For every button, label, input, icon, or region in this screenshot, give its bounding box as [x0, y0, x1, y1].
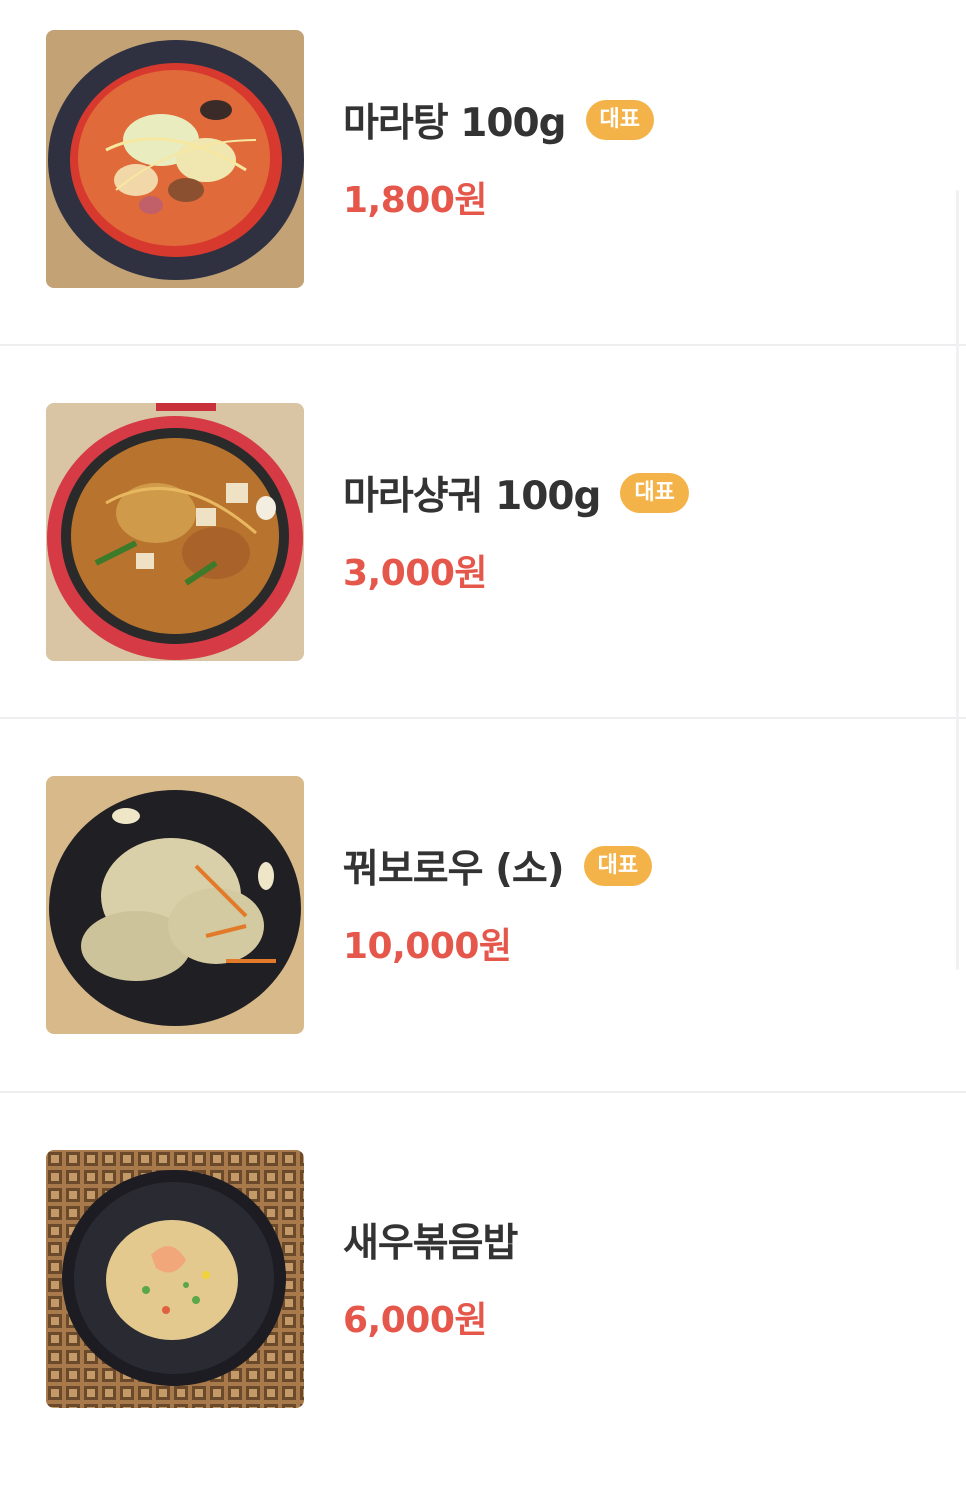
menu-item-price: 6,000원	[343, 1300, 488, 1341]
menu-item-malaxiangguo[interactable]: 마라샹궈 100g 대표 3,000원	[0, 373, 966, 745]
divider	[0, 344, 966, 346]
menu-item-info: 마라탕 100g 대표 1,800원	[343, 95, 655, 223]
name-row: 마라샹궈 100g 대표	[343, 468, 689, 519]
menu-item-price: 1,800원	[343, 180, 488, 221]
menu-item-name: 새우볶음밥	[343, 1221, 518, 1266]
name-row: 마라탕 100g 대표	[343, 95, 655, 146]
menu-item-info: 마라샹궈 100g 대표 3,000원	[343, 468, 689, 596]
menu-item-shrimp-fried-rice[interactable]: 새우볶음밥 6,000원	[0, 1120, 966, 1492]
malaxiangguo-photo	[46, 403, 304, 661]
guobaorou-photo	[46, 776, 304, 1034]
menu-item-price: 3,000원	[343, 553, 487, 594]
signature-badge: 대표	[620, 473, 689, 513]
menu-item-malatang[interactable]: 마라탕 100g 대표 1,800원	[0, 0, 966, 372]
divider	[0, 1091, 966, 1093]
malatang-photo	[46, 30, 304, 288]
name-row: 새우볶음밥	[343, 1215, 518, 1266]
menu-item-price: 10,000원	[343, 926, 512, 967]
signature-badge: 대표	[585, 100, 655, 140]
shrimp-fried-rice-photo	[46, 1150, 304, 1408]
scrollbar[interactable]	[956, 190, 959, 970]
menu-item-name: 마라샹궈 100g	[343, 474, 601, 519]
divider	[0, 717, 966, 719]
menu-item-name: 마라탕 100g	[343, 101, 567, 146]
menu-item-info: 꿔보로우 (소) 대표 10,000원	[343, 841, 653, 969]
menu-item-info: 새우볶음밥 6,000원	[343, 1215, 518, 1343]
menu-item-name: 꿔보로우 (소)	[343, 847, 565, 892]
signature-badge: 대표	[583, 846, 653, 886]
menu-item-guobaorou[interactable]: 꿔보로우 (소) 대표 10,000원	[0, 746, 966, 1118]
name-row: 꿔보로우 (소) 대표	[343, 841, 653, 892]
